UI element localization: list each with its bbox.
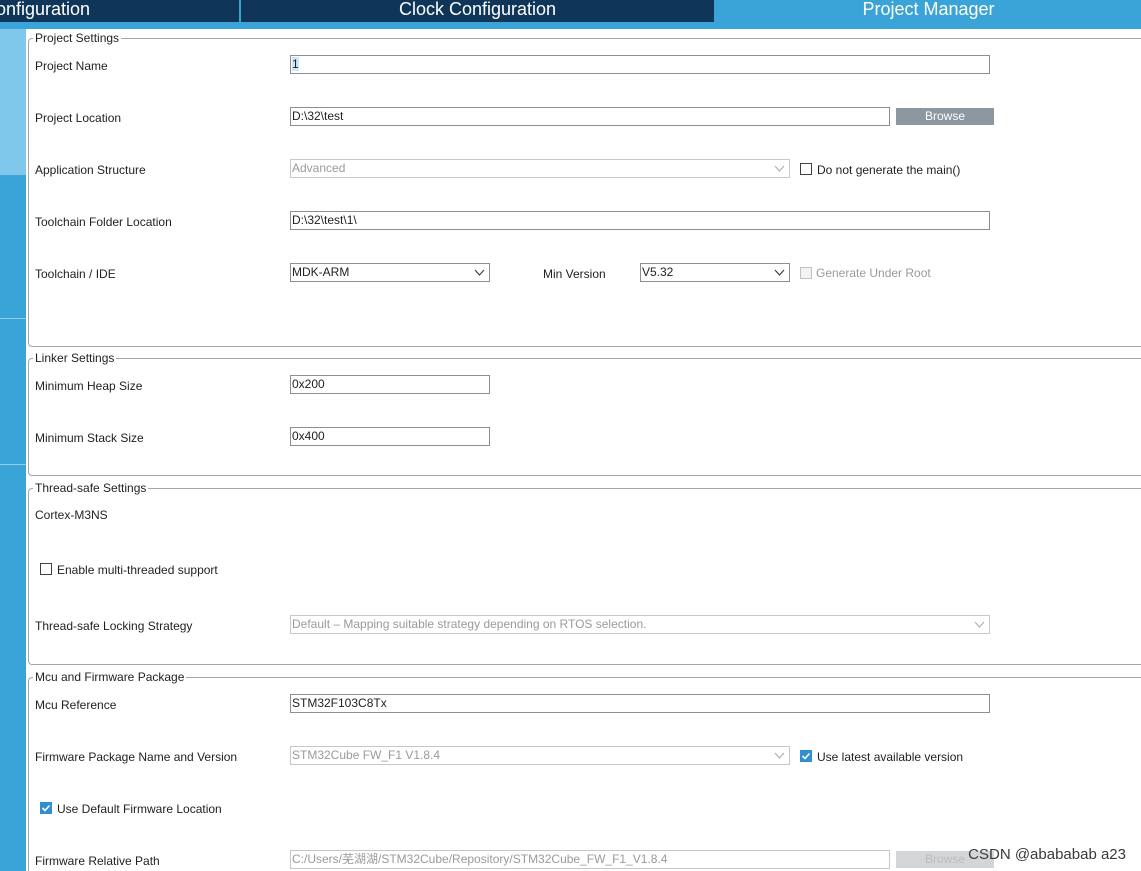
project-location-label: Project Location	[35, 111, 122, 125]
chevron-down-icon	[774, 163, 785, 174]
mcu-reference-input[interactable]: STM32F103C8Tx	[290, 694, 990, 713]
locking-strategy-select[interactable]: Default – Mapping suitable strategy depe…	[290, 615, 990, 634]
chevron-down-icon	[974, 619, 985, 630]
browse-button[interactable]: Browse	[896, 108, 994, 125]
use-latest-version-checkbox[interactable]	[800, 750, 812, 762]
tab-clock-configuration[interactable]: Clock Configuration	[241, 0, 714, 22]
min-stack-size-label: Minimum Stack Size	[35, 431, 144, 445]
enable-multithreaded-checkbox[interactable]	[40, 563, 52, 575]
min-version-label: Min Version	[543, 267, 606, 281]
min-version-value: V5.32	[642, 265, 674, 279]
project-settings-group: Project Settings	[28, 31, 1141, 347]
chevron-down-icon	[774, 750, 785, 761]
group-title: Project Settings	[33, 31, 122, 45]
use-latest-version-label: Use latest available version	[817, 750, 964, 764]
min-heap-size-label: Minimum Heap Size	[35, 379, 143, 393]
do-not-generate-main-checkbox[interactable]	[800, 163, 812, 175]
project-name-label: Project Name	[35, 59, 108, 73]
group-title: Thread-safe Settings	[33, 481, 149, 495]
enable-multithreaded-label: Enable multi-threaded support	[57, 563, 218, 577]
use-default-firmware-location-checkbox[interactable]	[40, 802, 52, 814]
top-tab-bar: onfiguration Clock Configuration Project…	[0, 0, 1141, 29]
mcu-reference-label: Mcu Reference	[35, 698, 117, 712]
min-stack-size-input[interactable]: 0x400	[290, 427, 490, 446]
toolchain-ide-select[interactable]: MDK-ARM	[290, 263, 490, 282]
checkmark-icon	[41, 804, 51, 812]
toolchain-ide-label: Toolchain / IDE	[35, 267, 116, 281]
chevron-down-icon	[474, 267, 485, 278]
project-name-value: 1	[292, 57, 299, 71]
toolchain-ide-value: MDK-ARM	[292, 265, 350, 279]
locking-strategy-label: Thread-safe Locking Strategy	[35, 619, 193, 633]
application-structure-value: Advanced	[292, 161, 346, 175]
do-not-generate-main-label: Do not generate the main()	[817, 163, 961, 177]
firmware-package-select[interactable]: STM32Cube FW_F1 V1.8.4	[290, 746, 790, 765]
linker-settings-group: Linker Settings	[28, 351, 1141, 476]
side-nav-divider	[0, 464, 26, 465]
use-default-firmware-location-label: Use Default Firmware Location	[57, 802, 222, 816]
toolchain-folder-input[interactable]: D:\32\test\1\	[290, 211, 990, 230]
locking-strategy-value: Default – Mapping suitable strategy depe…	[292, 617, 647, 631]
generate-under-root-checkbox[interactable]	[800, 267, 812, 279]
firmware-relative-path-input[interactable]: C:/Users/芜湖湖/STM32Cube/Repository/STM32C…	[290, 850, 890, 869]
core-label: Cortex-M3NS	[35, 508, 108, 522]
toolchain-folder-label: Toolchain Folder Location	[35, 215, 172, 229]
side-nav-item-project[interactable]	[0, 29, 26, 175]
tab-pinout-configuration-label: onfiguration	[0, 0, 91, 19]
csdn-watermark: CSDN @abababab a23	[968, 846, 1126, 863]
min-heap-size-input[interactable]: 0x200	[290, 375, 490, 394]
side-nav-divider	[0, 318, 26, 319]
tab-pinout-configuration[interactable]: onfiguration	[0, 0, 239, 22]
application-structure-select[interactable]: Advanced	[290, 159, 790, 178]
checkmark-icon	[801, 752, 811, 760]
firmware-package-label: Firmware Package Name and Version	[35, 750, 238, 764]
firmware-relative-path-label: Firmware Relative Path	[35, 854, 160, 868]
firmware-package-value: STM32Cube FW_F1 V1.8.4	[292, 748, 441, 762]
group-title: Linker Settings	[33, 351, 117, 365]
min-version-select[interactable]: V5.32	[640, 263, 790, 282]
side-nav-strip	[0, 29, 26, 871]
tab-project-manager[interactable]: Project Manager	[716, 0, 1141, 22]
group-title: Mcu and Firmware Package	[33, 670, 187, 684]
chevron-down-icon	[774, 267, 785, 278]
project-name-input[interactable]: 1	[290, 55, 990, 74]
application-structure-label: Application Structure	[35, 163, 146, 177]
generate-under-root-label: Generate Under Root	[816, 266, 931, 280]
project-location-input[interactable]: D:\32\test	[290, 107, 890, 126]
